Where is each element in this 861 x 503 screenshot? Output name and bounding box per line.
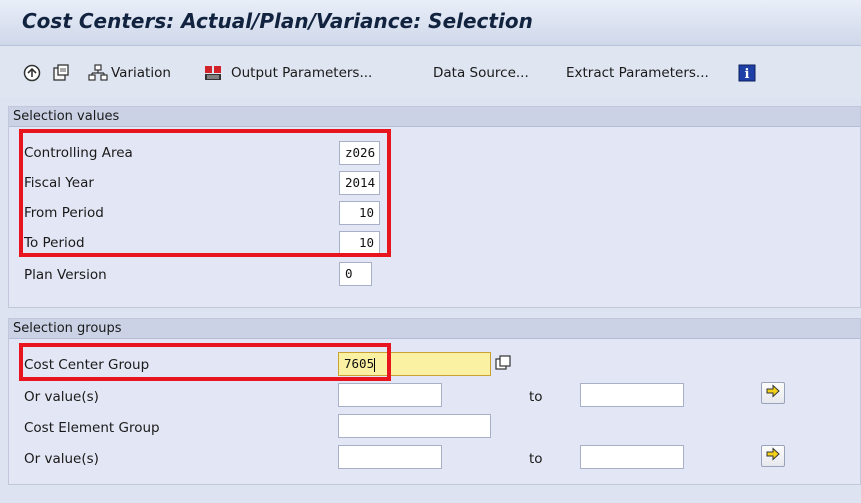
controlling-area-field[interactable]: z026 xyxy=(339,141,380,165)
cost-center-group-field[interactable]: 7605 xyxy=(338,352,491,376)
multiple-selection-icon[interactable] xyxy=(495,355,511,371)
selection-groups-heading: Selection groups xyxy=(9,319,860,339)
execute-button[interactable] xyxy=(23,63,41,83)
from-period-field[interactable]: 10 xyxy=(339,201,380,225)
title-bar: Cost Centers: Actual/Plan/Variance: Sele… xyxy=(0,0,861,46)
variation-icon xyxy=(88,64,108,82)
output-parameters-label: Output Parameters... xyxy=(231,65,373,81)
toolbar: Variation Output Parameters... Data Sour… xyxy=(0,46,861,98)
or-values-to-field-1[interactable] xyxy=(580,383,684,407)
output-parameters-button[interactable]: Output Parameters... xyxy=(203,63,372,83)
svg-text:i: i xyxy=(745,67,750,82)
cost-element-group-label: Cost Element Group xyxy=(24,420,160,436)
multiple-selection-button-2[interactable] xyxy=(761,445,785,467)
arrow-right-icon xyxy=(765,447,781,465)
to-label-2: to xyxy=(529,451,543,467)
or-values-from-field-2[interactable] xyxy=(338,445,442,469)
or-values-to-field-2[interactable] xyxy=(580,445,684,469)
data-source-button[interactable]: Data Source... xyxy=(430,63,529,83)
arrow-right-icon xyxy=(765,384,781,402)
selection-groups-panel: Selection groups Cost Center Group 7605 … xyxy=(8,318,861,485)
cost-center-group-label: Cost Center Group xyxy=(24,357,150,373)
or-values-from-field-1[interactable] xyxy=(338,383,442,407)
or-values-label-2: Or value(s) xyxy=(24,451,99,467)
data-source-label: Data Source... xyxy=(433,65,529,81)
plan-version-label: Plan Version xyxy=(24,267,107,283)
selection-values-panel: Selection values Controlling Area z026 F… xyxy=(8,106,861,308)
fiscal-year-label: Fiscal Year xyxy=(24,175,94,191)
plan-version-field[interactable]: 0 xyxy=(339,262,372,286)
get-variant-button[interactable] xyxy=(51,63,71,83)
fiscal-year-field[interactable]: 2014 xyxy=(339,171,380,195)
to-period-label: To Period xyxy=(24,235,85,251)
extract-parameters-button[interactable]: Extract Parameters... xyxy=(563,63,709,83)
variation-label: Variation xyxy=(111,65,171,81)
extract-parameters-label: Extract Parameters... xyxy=(566,65,709,81)
from-period-label: From Period xyxy=(24,205,104,221)
controlling-area-label: Controlling Area xyxy=(24,145,133,161)
to-label-1: to xyxy=(529,389,543,405)
cost-element-group-field[interactable] xyxy=(338,414,491,438)
variation-button[interactable]: Variation xyxy=(88,63,171,83)
or-values-label-1: Or value(s) xyxy=(24,389,99,405)
cost-center-group-value: 7605 xyxy=(344,356,375,371)
to-period-field[interactable]: 10 xyxy=(339,231,380,255)
execute-icon xyxy=(23,64,41,82)
selection-values-heading: Selection values xyxy=(9,107,860,127)
info-icon: i xyxy=(738,64,756,82)
info-button[interactable]: i xyxy=(738,63,756,83)
multiple-selection-button-1[interactable] xyxy=(761,382,785,404)
save-variant-icon xyxy=(51,63,71,83)
page-title: Cost Centers: Actual/Plan/Variance: Sele… xyxy=(22,9,533,33)
output-parameters-icon xyxy=(203,64,223,82)
